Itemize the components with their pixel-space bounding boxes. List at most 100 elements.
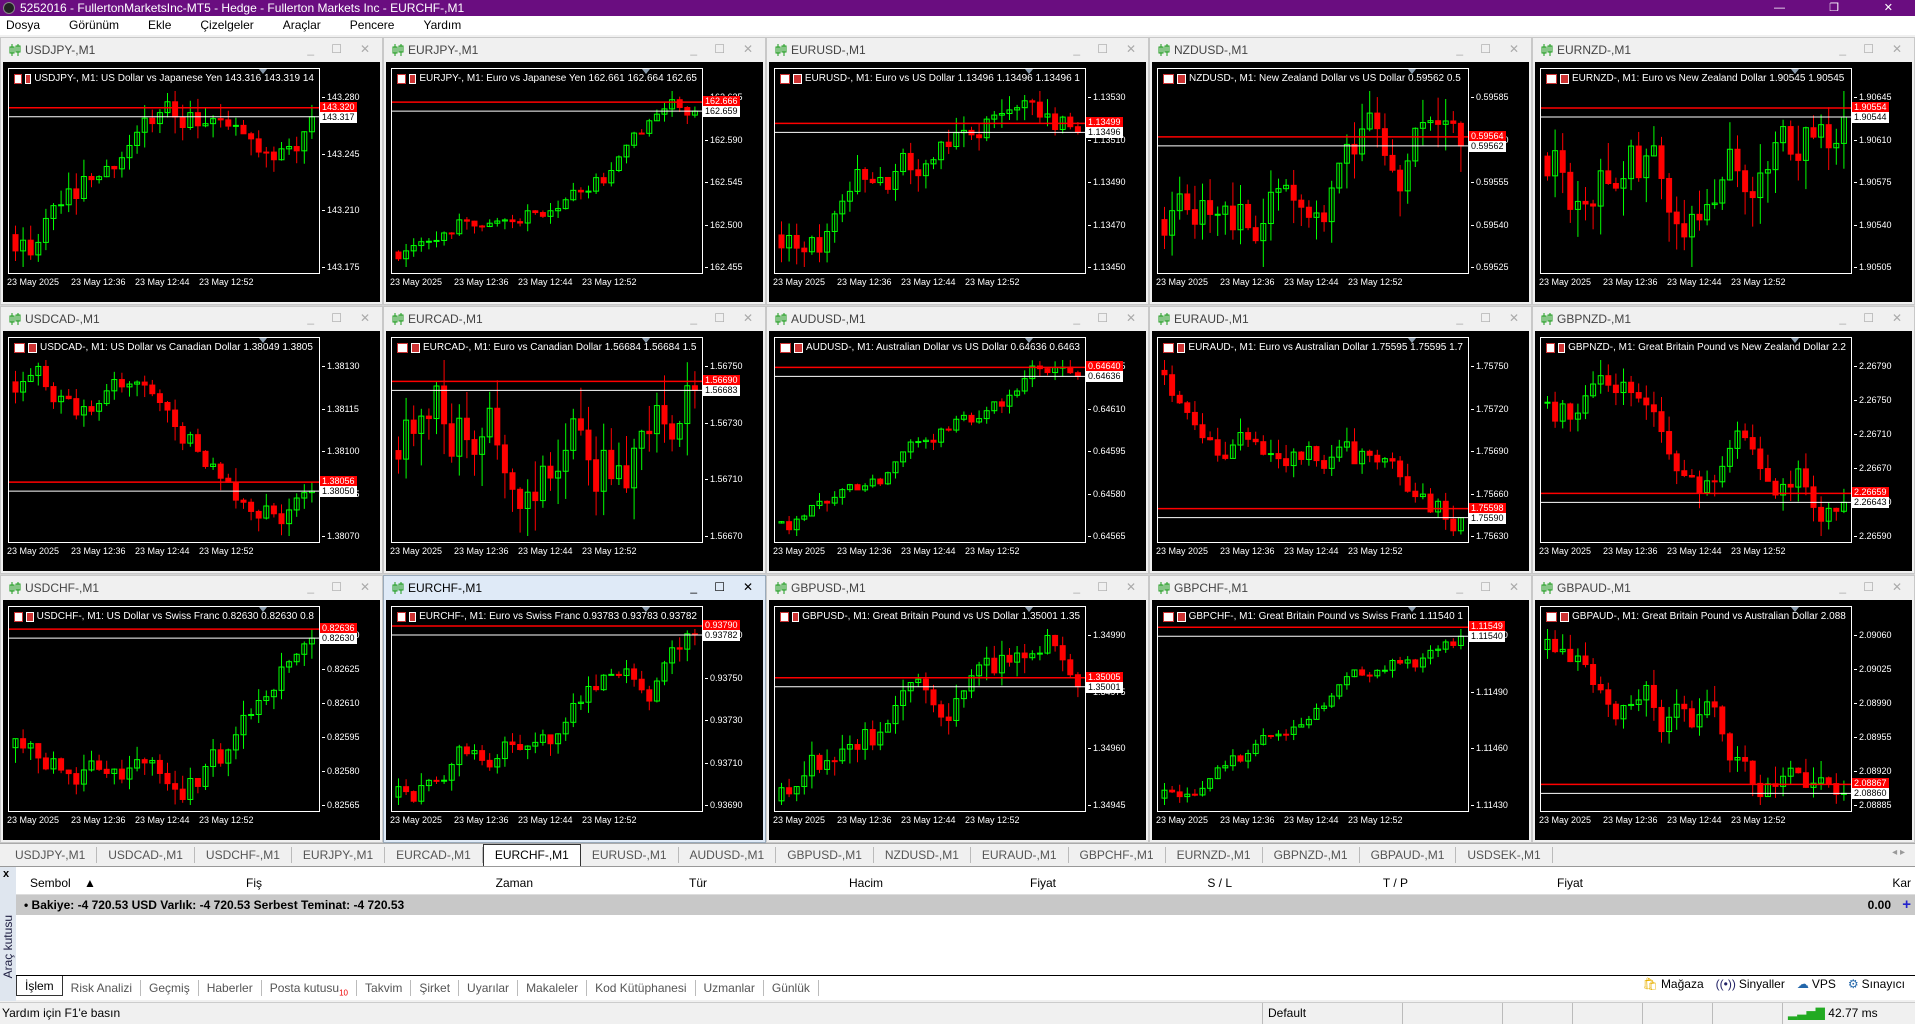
column-header[interactable]: T / P: [1383, 876, 1408, 890]
maximize-icon[interactable]: ☐: [714, 311, 725, 325]
close-icon[interactable]: ✕: [1509, 42, 1519, 56]
maximize-icon[interactable]: ☐: [714, 42, 725, 56]
price-plot[interactable]: GBPNZD-, M1: Great Britain Pound vs New …: [1540, 337, 1852, 543]
price-plot[interactable]: EURUSD-, M1: Euro vs US Dollar 1.13496 1…: [774, 68, 1086, 274]
price-plot[interactable]: EURCHF-, M1: Euro vs Swiss Franc 0.93783…: [391, 606, 703, 812]
minimize-icon[interactable]: _: [690, 311, 697, 325]
toolbox-tab[interactable]: Uzmanlar: [696, 980, 764, 996]
toolbox-close-icon[interactable]: x: [3, 868, 9, 880]
chart-window-titlebar[interactable]: GBPNZD-,M1 _ ☐ ✕: [1533, 307, 1914, 331]
maximize-icon[interactable]: ☐: [1480, 580, 1491, 594]
chart-window-titlebar[interactable]: EURCHF-,M1 _ ☐ ✕: [384, 576, 765, 600]
balance-row[interactable]: • Bakiye: -4 720.53 USD Varlık: -4 720.5…: [16, 895, 1915, 915]
chart-window-titlebar[interactable]: EURUSD-,M1 _ ☐ ✕: [767, 38, 1148, 62]
column-header[interactable]: Fiyat: [1557, 876, 1583, 890]
menu-item[interactable]: Çizelgeler: [200, 16, 265, 35]
price-plot[interactable]: EURJPY-, M1: Euro vs Japanese Yen 162.66…: [391, 68, 703, 274]
chart-window[interactable]: USDCAD-,M1 _ ☐ ✕ USDCAD-, M1: US Dollar …: [0, 306, 383, 574]
maximize-icon[interactable]: ☐: [1480, 42, 1491, 56]
toolbox-link[interactable]: ⚙ Sınayıcı: [1848, 977, 1905, 991]
column-header[interactable]: Tür: [689, 876, 707, 890]
toolbox-tab[interactable]: Şirket: [411, 980, 460, 996]
chart-window-titlebar[interactable]: EURJPY-,M1 _ ☐ ✕: [384, 38, 765, 62]
price-plot[interactable]: AUDUSD-, M1: Australian Dollar vs US Dol…: [774, 337, 1086, 543]
chart-window[interactable]: EURCHF-,M1 _ ☐ ✕ EURCHF-, M1: Euro vs Sw…: [383, 575, 766, 843]
maximize-icon[interactable]: ☐: [331, 42, 342, 56]
chart-window[interactable]: GBPAUD-,M1 _ ☐ ✕ GBPAUD-, M1: Great Brit…: [1532, 575, 1915, 843]
close-icon[interactable]: ✕: [360, 580, 370, 594]
menu-item[interactable]: Araçlar: [283, 16, 333, 35]
minimize-icon[interactable]: _: [1073, 580, 1080, 594]
price-plot[interactable]: GBPUSD-, M1: Great Britain Pound vs US D…: [774, 606, 1086, 812]
chart-canvas[interactable]: EURCHF-, M1: Euro vs Swiss Franc 0.93783…: [386, 600, 763, 840]
chart-window[interactable]: EURNZD-,M1 _ ☐ ✕ EURNZD-, M1: Euro vs Ne…: [1532, 37, 1915, 305]
toolbox-tab[interactable]: Takvim: [357, 980, 412, 996]
chart-window-titlebar[interactable]: GBPUSD-,M1 _ ☐ ✕: [767, 576, 1148, 600]
chart-tab[interactable]: GBPAUD-,M1: [1360, 847, 1457, 863]
chart-tab[interactable]: USDCHF-,M1: [195, 847, 292, 863]
minimize-icon[interactable]: _: [1073, 311, 1080, 325]
toolbox-link[interactable]: ☁ VPS: [1797, 977, 1836, 991]
chart-window-titlebar[interactable]: USDJPY-,M1 _ ☐ ✕: [1, 38, 382, 62]
chart-canvas[interactable]: GBPUSD-, M1: Great Britain Pound vs US D…: [769, 600, 1146, 840]
chart-window-titlebar[interactable]: USDCAD-,M1 _ ☐ ✕: [1, 307, 382, 331]
chart-tab[interactable]: AUDUSD-,M1: [679, 847, 777, 863]
price-plot[interactable]: GBPCHF-, M1: Great Britain Pound vs Swis…: [1157, 606, 1469, 812]
column-header[interactable]: Zaman: [496, 876, 533, 890]
price-plot[interactable]: NZDUSD-, M1: New Zealand Dollar vs US Do…: [1157, 68, 1469, 274]
close-icon[interactable]: ✕: [360, 311, 370, 325]
toolbox-tab[interactable]: Günlük: [764, 980, 819, 996]
toolbox-link[interactable]: ((•)) Sinyaller: [1716, 977, 1785, 991]
toolbox-link[interactable]: 🛍 Mağaza: [1643, 977, 1704, 991]
chart-canvas[interactable]: EURAUD-, M1: Euro vs Australian Dollar 1…: [1152, 331, 1529, 571]
minimize-icon[interactable]: _: [1839, 311, 1846, 325]
chart-tab[interactable]: GBPNZD-,M1: [1263, 847, 1360, 863]
maximize-icon[interactable]: ☐: [1863, 42, 1874, 56]
chart-canvas[interactable]: GBPAUD-, M1: Great Britain Pound vs Aust…: [1535, 600, 1912, 840]
chart-tab[interactable]: USDJPY-,M1: [4, 847, 98, 863]
chart-window[interactable]: USDJPY-,M1 _ ☐ ✕ USDJPY-, M1: US Dollar …: [0, 37, 383, 305]
maximize-icon[interactable]: ☐: [714, 580, 725, 594]
close-icon[interactable]: ✕: [1126, 311, 1136, 325]
chart-tab[interactable]: GBPCHF-,M1: [1069, 847, 1166, 863]
price-plot[interactable]: EURNZD-, M1: Euro vs New Zealand Dollar …: [1540, 68, 1852, 274]
toolbox-tab[interactable]: İşlem: [16, 976, 63, 996]
chart-window[interactable]: GBPUSD-,M1 _ ☐ ✕ GBPUSD-, M1: Great Brit…: [766, 575, 1149, 843]
minimize-icon[interactable]: _: [1456, 311, 1463, 325]
maximize-icon[interactable]: ☐: [1863, 580, 1874, 594]
chart-canvas[interactable]: AUDUSD-, M1: Australian Dollar vs US Dol…: [769, 331, 1146, 571]
minimize-icon[interactable]: _: [307, 311, 314, 325]
column-header[interactable]: Fiş: [246, 876, 262, 890]
close-button[interactable]: ✕: [1884, 0, 1893, 16]
connection-status[interactable]: ▂▃▅▇ 42.77 ms: [1782, 1003, 1915, 1024]
chart-canvas[interactable]: USDJPY-, M1: US Dollar vs Japanese Yen 1…: [3, 62, 380, 302]
minimize-icon[interactable]: _: [1839, 580, 1846, 594]
maximize-button[interactable]: ❐: [1829, 0, 1839, 16]
maximize-icon[interactable]: ☐: [1863, 311, 1874, 325]
maximize-icon[interactable]: ☐: [1097, 311, 1108, 325]
chart-window[interactable]: USDCHF-,M1 _ ☐ ✕ USDCHF-, M1: US Dollar …: [0, 575, 383, 843]
status-profile[interactable]: Default: [1262, 1003, 1402, 1024]
chart-canvas[interactable]: NZDUSD-, M1: New Zealand Dollar vs US Do…: [1152, 62, 1529, 302]
maximize-icon[interactable]: ☐: [1480, 311, 1491, 325]
minimize-icon[interactable]: _: [690, 42, 697, 56]
minimize-icon[interactable]: _: [1839, 42, 1846, 56]
price-plot[interactable]: USDCHF-, M1: US Dollar vs Swiss Franc 0.…: [8, 606, 320, 812]
price-plot[interactable]: USDJPY-, M1: US Dollar vs Japanese Yen 1…: [8, 68, 320, 274]
minimize-icon[interactable]: _: [690, 580, 697, 594]
close-icon[interactable]: ✕: [1892, 42, 1902, 56]
close-icon[interactable]: ✕: [743, 311, 753, 325]
chart-window-titlebar[interactable]: USDCHF-,M1 _ ☐ ✕: [1, 576, 382, 600]
chart-window-titlebar[interactable]: NZDUSD-,M1 _ ☐ ✕: [1150, 38, 1531, 62]
chart-tab[interactable]: EURNZD-,M1: [1166, 847, 1263, 863]
chart-canvas[interactable]: GBPNZD-, M1: Great Britain Pound vs New …: [1535, 331, 1912, 571]
column-header[interactable]: Fiyat: [1030, 876, 1056, 890]
toolbox-tab[interactable]: Haberler: [199, 980, 262, 996]
menu-item[interactable]: Ekle: [148, 16, 183, 35]
price-plot[interactable]: USDCAD-, M1: US Dollar vs Canadian Dolla…: [8, 337, 320, 543]
chart-canvas[interactable]: USDCAD-, M1: US Dollar vs Canadian Dolla…: [3, 331, 380, 571]
chart-window-titlebar[interactable]: EURAUD-,M1 _ ☐ ✕: [1150, 307, 1531, 331]
toolbox-tab[interactable]: Uyarılar: [459, 980, 519, 996]
column-header[interactable]: Hacim: [849, 876, 883, 890]
toolbox-tab[interactable]: Posta kutusu10: [262, 980, 358, 997]
